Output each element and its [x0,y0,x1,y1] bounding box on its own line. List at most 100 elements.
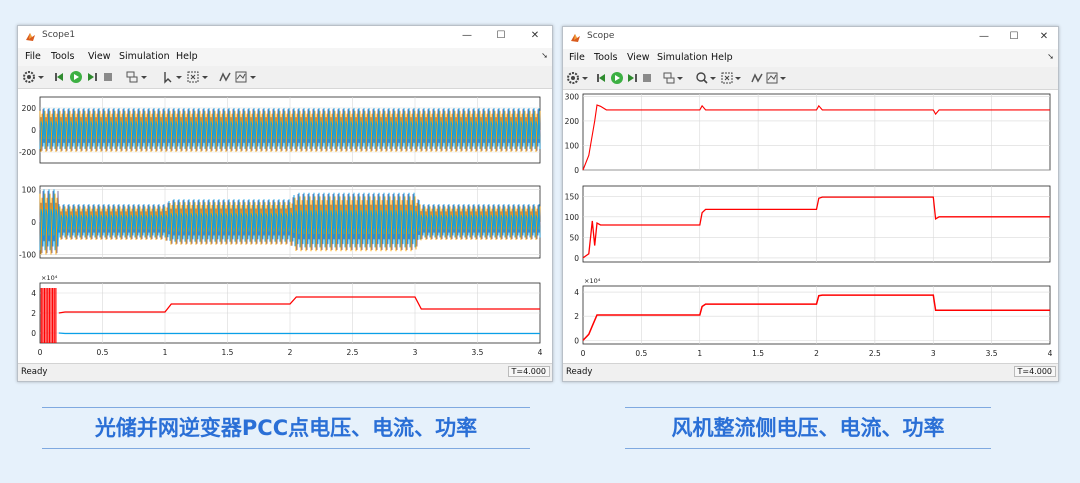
minimize-button[interactable]: — [975,30,993,44]
y-tick-label: 0 [574,254,579,263]
dropdown-arrow-icon[interactable] [201,70,209,84]
x-tick-label: 3 [413,348,418,357]
x-tick-label: 1.5 [222,348,234,357]
menu-help[interactable]: Help [711,52,733,63]
y-tick-label: 200 [565,117,580,126]
menu-file[interactable]: File [25,51,41,62]
dropdown-arrow-icon[interactable] [676,71,684,85]
y-tick-label: 150 [565,192,580,201]
cursor-measure-icon[interactable] [161,70,175,84]
menu-tools[interactable]: Tools [51,51,74,62]
y-tick-label: 200 [22,104,37,113]
x-tick-label: 3.5 [472,348,484,357]
y-tick-label: 4 [574,288,579,297]
menu-simulation[interactable]: Simulation [657,52,708,63]
triggers-icon[interactable] [750,71,764,85]
maximize-button[interactable]: ☐ [1005,30,1023,44]
settings-gear-icon[interactable] [566,71,580,85]
menu-view[interactable]: View [627,52,650,63]
simulation-time: T=4.000 [1013,366,1056,377]
y-tick-label: 300 [565,92,580,101]
y-tick-label: 100 [565,213,580,222]
y-tick-label: -200 [19,148,36,157]
y-tick-label: 0 [31,218,36,227]
signal-statistics-icon[interactable] [765,71,779,85]
dropdown-arrow-icon[interactable] [581,71,589,85]
dropdown-arrow-icon[interactable] [175,70,183,84]
status-text: Ready [21,367,48,377]
menu-view[interactable]: View [88,51,111,62]
scope-axes: 300 200 100 0 150 100 50 0 4 2 0 ×10⁴ 0 0.5 1 1.5 2 2.5 3 3… [565,92,1053,358]
run-icon[interactable] [610,71,624,85]
stop-icon[interactable] [640,71,654,85]
window-title: Scope [587,31,615,41]
dropdown-arrow-icon[interactable] [249,70,257,84]
y-exponent-label: ×10⁴ [41,274,58,282]
scope1-axes: 200 0 -200 100 0 -100 4 2 0 ×10⁴ 0 0.5 1 1.5 2 2.5 3 3.5 4 [19,96,543,357]
y-tick-label: 100 [565,141,580,150]
x-tick-label: 2 [288,348,293,357]
toolbar [18,66,552,89]
status-bar: Ready T=4.000 [18,363,552,381]
close-button[interactable]: ✕ [526,29,544,43]
highlight-block-icon[interactable] [125,70,139,84]
y-tick-label: 0 [31,126,36,135]
title-bar: Scope1 — ☐ ✕ [18,26,552,48]
maximize-button[interactable]: ☐ [492,29,510,43]
menu-simulation[interactable]: Simulation [119,51,170,62]
x-tick-label: 0 [581,349,586,358]
menu-bar: File Tools View Simulation Help ➘ [18,48,552,66]
y-tick-label: 2 [574,312,579,321]
x-tick-label: 3 [931,349,936,358]
dropdown-arrow-icon[interactable] [734,71,742,85]
step-back-icon[interactable] [596,71,610,85]
menu-file[interactable]: File [569,52,585,63]
triggers-icon[interactable] [218,70,232,84]
dropdown-arrow-icon[interactable] [709,71,717,85]
caption-right: 风机整流侧电压、电流、功率 [625,407,991,449]
x-tick-label: 2.5 [347,348,359,357]
step-forward-icon[interactable] [625,71,639,85]
dock-pin-icon[interactable]: ➘ [1047,52,1054,61]
zoom-fit-icon[interactable] [720,71,734,85]
step-forward-icon[interactable] [85,70,99,84]
x-tick-label: 4 [1048,349,1053,358]
scope1-window: Scope1 — ☐ ✕ File Tools View Simulation … [17,25,553,382]
toolbar [563,67,1058,90]
step-back-icon[interactable] [54,70,68,84]
highlight-block-icon[interactable] [662,71,676,85]
x-tick-label: 1 [163,348,168,357]
dropdown-arrow-icon[interactable] [779,71,787,85]
dropdown-arrow-icon[interactable] [140,70,148,84]
y-tick-label: 0 [574,166,579,175]
y-tick-label: 50 [569,233,579,242]
matlab-icon [26,33,35,41]
x-tick-label: 1 [697,349,702,358]
y-tick-label: 0 [574,336,579,345]
menu-tools[interactable]: Tools [594,52,617,63]
minimize-button[interactable]: — [458,29,476,43]
title-bar: Scope — ☐ ✕ [563,27,1058,49]
x-tick-label: 4 [538,348,543,357]
x-tick-label: 0 [38,348,43,357]
x-tick-label: 3.5 [986,349,998,358]
window-title: Scope1 [42,30,76,40]
simulation-time: T=4.000 [507,366,550,377]
dock-pin-icon[interactable]: ➘ [541,51,548,60]
x-tick-label: 2.5 [869,349,881,358]
menu-help[interactable]: Help [176,51,198,62]
y-exponent-label: ×10⁴ [584,277,601,285]
settings-gear-icon[interactable] [22,70,36,84]
zoom-fit-icon[interactable] [186,70,200,84]
dropdown-arrow-icon[interactable] [37,70,45,84]
zoom-in-icon[interactable] [695,71,709,85]
y-tick-label: 2 [31,309,36,318]
stop-icon[interactable] [101,70,115,84]
x-tick-label: 1.5 [752,349,764,358]
y-tick-label: -100 [19,251,36,260]
x-tick-label: 0.5 [635,349,647,358]
scope-window: Scope — ☐ ✕ File Tools View Simulation H… [562,26,1059,382]
close-button[interactable]: ✕ [1035,30,1053,44]
signal-statistics-icon[interactable] [234,70,248,84]
run-icon[interactable] [69,70,83,84]
